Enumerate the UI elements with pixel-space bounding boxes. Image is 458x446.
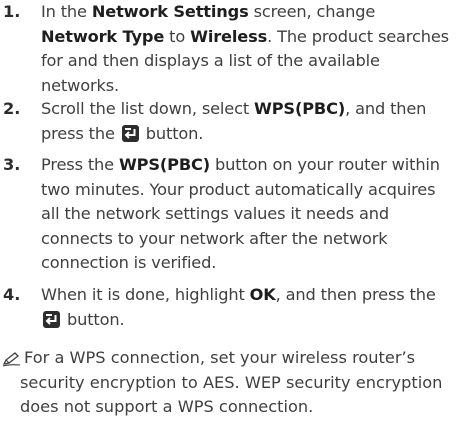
bold-term-ok: OK	[249, 285, 276, 304]
step-text-run: Scroll the list down, select	[41, 99, 255, 118]
step-text-run: In the	[41, 2, 92, 21]
bold-term-wps-pbc: WPS(PBC)	[254, 99, 346, 118]
bold-term-network-type: Network Type	[41, 26, 165, 46]
enter-button-icon	[43, 310, 60, 328]
step-text: In the Network Settings screen, change N…	[41, 0, 455, 98]
step-number: 1.	[3, 2, 21, 21]
step-text-run: , and then press the	[275, 285, 436, 304]
note-text: For a WPS connection, set your wireless …	[0, 346, 456, 420]
enter-button-icon	[121, 124, 139, 142]
step-text-run: screen, change	[248, 2, 376, 21]
step-text: Scroll the list down, select WPS(PBC), a…	[41, 97, 455, 146]
step-text: When it is done, highlight OK, and then …	[41, 283, 455, 332]
note-text-run: For a WPS connection, set your wireless …	[20, 348, 443, 416]
bold-term-wireless: Wireless	[190, 26, 268, 46]
step-text-run: When it is done, highlight	[41, 285, 250, 304]
step-number: 3.	[3, 155, 21, 174]
instruction-document: 1. In the Network Settings screen, chang…	[0, 0, 458, 446]
step-text: Press the WPS(PBC) button on your router…	[41, 153, 455, 276]
step-number: 4.	[3, 285, 21, 304]
step-text-run: button.	[140, 123, 204, 143]
step-number: 2.	[3, 99, 21, 118]
bold-term-network-settings: Network Settings	[91, 2, 249, 21]
step-text-run: button.	[62, 309, 125, 329]
bold-term-wps-pbc: WPS(PBC)	[118, 155, 211, 174]
step-text-run: Press the	[41, 155, 119, 174]
step-text-run: to	[164, 26, 191, 46]
